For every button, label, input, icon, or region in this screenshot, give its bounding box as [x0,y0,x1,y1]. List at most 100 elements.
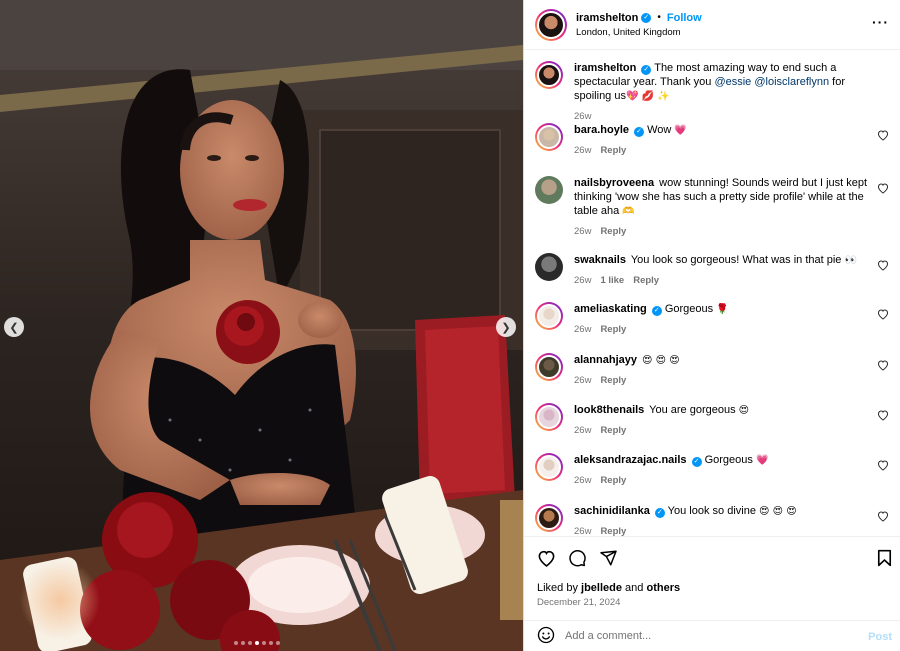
commenter-username[interactable]: swaknails [574,254,626,266]
like-comment-heart-icon[interactable] [877,182,889,194]
chevron-right-icon: ❯ [501,321,511,334]
reply-button[interactable]: Reply [600,144,626,158]
comment-item: aleksandrazajac.nails ✓ Gorgeous 💗 26w Re… [535,453,895,488]
commenter-avatar[interactable] [535,504,563,532]
chevron-left-icon: ❮ [9,321,19,334]
commenter-username[interactable]: alannahjayy [574,354,637,366]
post-comment-button[interactable]: Post [868,631,892,643]
bookmark-icon[interactable] [876,549,893,567]
verified-badge-icon: ✓ [641,12,652,23]
caption: iramshelton ✓ The most amazing way to end… [535,61,895,124]
photo-scene [0,0,523,651]
comment-timestamp[interactable]: 26w [574,374,591,388]
commenter-avatar[interactable] [535,302,563,330]
comment-text: Wow [647,124,672,136]
commenter-avatar[interactable] [535,403,563,431]
post-location[interactable]: London, United Kingdom [576,27,702,38]
comment-item: alannahjayy 😍 😍 😍 26w Reply [535,353,895,388]
comment-input[interactable] [565,630,855,642]
carousel-dot [248,641,252,645]
reply-button[interactable]: Reply [600,525,626,536]
caption-timestamp[interactable]: 26w [574,110,591,124]
carousel-dot [276,641,280,645]
comments-list[interactable]: iramshelton ✓ The most amazing way to end… [524,51,900,536]
caption-username[interactable]: iramshelton [574,62,636,74]
caption-emoji: 💖 💋 ✨ [625,91,670,102]
comment-text: You look so divine [667,505,756,517]
comment-item: sachinidilanka ✓ You look so divine 😍 😍 😍… [535,504,895,536]
carousel-dot [269,641,273,645]
liked-by-user[interactable]: jbellede [581,582,622,594]
reply-button[interactable]: Reply [600,323,626,337]
commenter-username[interactable]: sachinidilanka [574,505,650,517]
post-photo[interactable]: ❮ ❯ [0,0,523,651]
likes-connector: and [622,582,647,594]
separator-dot: • [657,12,661,23]
commenter-username[interactable]: ameliaskating [574,303,647,315]
commenter-avatar[interactable] [535,453,563,481]
reply-button[interactable]: Reply [633,274,659,288]
carousel-indicator [234,641,280,645]
follow-button[interactable]: Follow [667,12,702,24]
comment-composer: Post [524,620,900,651]
comment-emoji: 🫶 [622,206,635,217]
comment-icon[interactable] [568,549,587,567]
author-avatar[interactable] [535,8,567,41]
comment-text: You look so gorgeous! What was in that p… [630,254,842,266]
comment-timestamp[interactable]: 26w [574,474,591,488]
commenter-avatar[interactable] [535,123,563,151]
likes-prefix: Liked by [537,582,582,594]
instagram-post-view: ❮ ❯ iramshelton ✓ • Follow London, Unite… [0,0,900,651]
post-date[interactable]: December 21, 2024 [537,597,620,608]
reply-button[interactable]: Reply [600,225,626,239]
share-icon[interactable] [599,549,618,567]
carousel-next-button[interactable]: ❯ [496,317,516,337]
like-comment-heart-icon[interactable] [877,459,889,471]
reply-button[interactable]: Reply [600,474,626,488]
like-comment-heart-icon[interactable] [877,409,889,421]
comment-timestamp[interactable]: 26w [574,274,591,288]
emoji-icon[interactable] [537,626,555,647]
liked-by-others[interactable]: others [646,582,680,594]
comment-timestamp[interactable]: 26w [574,323,591,337]
comment-emoji: 😍 😍 😍 [759,506,797,517]
like-comment-heart-icon[interactable] [877,359,889,371]
comment-likes[interactable]: 1 like [600,274,624,288]
carousel-prev-button[interactable]: ❮ [4,317,24,337]
commenter-username[interactable]: bara.hoyle [574,124,629,136]
commenter-username[interactable]: nailsbyroveena [574,177,654,189]
verified-badge-icon: ✓ [634,126,645,137]
likes-summary[interactable]: Liked by jbellede and others [537,582,680,594]
commenter-avatar[interactable] [535,253,563,281]
verified-badge-icon: ✓ [654,507,665,518]
comment-item: ameliaskating ✓ Gorgeous 🌹 26w Reply [535,302,895,337]
comment-emoji: 😍 [738,405,750,416]
comment-timestamp[interactable]: 26w [574,144,591,158]
comment-emoji: 💗 [755,455,769,466]
comment-timestamp[interactable]: 26w [574,525,591,536]
like-comment-heart-icon[interactable] [877,129,889,141]
commenter-avatar[interactable] [535,176,563,204]
commenter-username[interactable]: aleksandrazajac.nails [574,454,687,466]
comment-emoji: 😍 😍 😍 [642,355,680,366]
post-details-panel: iramshelton ✓ • Follow London, United Ki… [523,0,900,651]
reply-button[interactable]: Reply [600,424,626,438]
comment-timestamp[interactable]: 26w [574,424,591,438]
author-username[interactable]: iramshelton [576,12,638,24]
comment-timestamp[interactable]: 26w [574,225,591,239]
like-comment-heart-icon[interactable] [877,308,889,320]
heart-icon[interactable] [537,549,556,567]
comment-text: Gorgeous [704,454,753,466]
like-comment-heart-icon[interactable] [877,510,889,522]
verified-badge-icon: ✓ [641,64,652,75]
more-options-icon[interactable]: ··· [872,14,889,30]
like-comment-heart-icon[interactable] [877,259,889,271]
reply-button[interactable]: Reply [600,374,626,388]
comment-text: Gorgeous [664,303,714,315]
commenter-username[interactable]: look8thenails [574,404,644,416]
mention-link[interactable]: @essie [714,76,751,88]
mention-link[interactable]: @loisclareflynn [754,76,829,88]
comment-item: nailsbyroveena wow stunning! Sounds weir… [535,176,895,239]
author-avatar[interactable] [535,61,563,89]
commenter-avatar[interactable] [535,353,563,381]
